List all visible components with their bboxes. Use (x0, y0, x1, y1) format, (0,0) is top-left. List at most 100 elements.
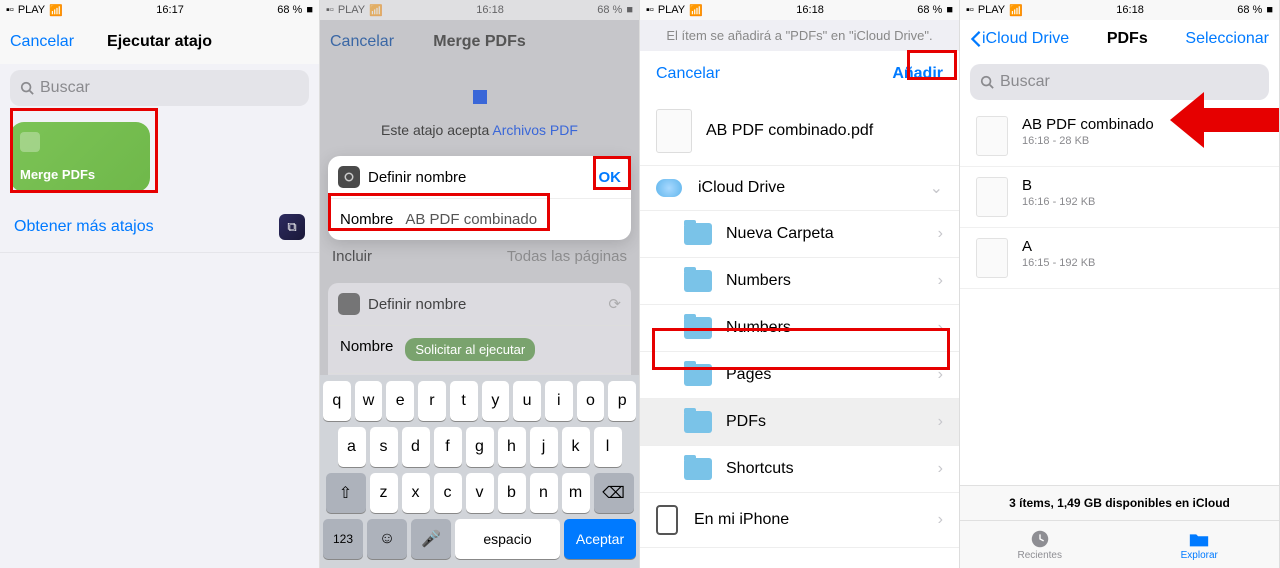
location-on-iphone[interactable]: En mi iPhone › (640, 493, 959, 548)
storage-summary: 3 ítems, 1,49 GB disponibles en iCloud (960, 485, 1279, 520)
search-input[interactable]: Buscar (970, 64, 1269, 100)
key-v[interactable]: v (466, 473, 494, 513)
document-icon (20, 132, 40, 152)
chevron-down-icon: ⌄ (930, 178, 943, 198)
search-icon (980, 75, 994, 89)
key-w[interactable]: w (355, 381, 383, 421)
arrow-annotation (1170, 98, 1280, 142)
search-input[interactable]: Buscar (10, 70, 309, 106)
accept-key[interactable]: Aceptar (564, 519, 636, 559)
file-thumbnail (976, 238, 1008, 278)
select-button[interactable]: Seleccionar (1185, 30, 1269, 48)
iphone-icon (656, 505, 678, 535)
key-g[interactable]: g (466, 427, 494, 467)
file-row[interactable]: A16:15 - 192 KB (960, 228, 1279, 289)
status-bar: ▪▫PLAY📶 16:17 68 %■ (0, 0, 319, 20)
key-b[interactable]: b (498, 473, 526, 513)
key-i[interactable]: i (545, 381, 573, 421)
tab-browse[interactable]: Explorar (1120, 521, 1280, 568)
key-y[interactable]: y (482, 381, 510, 421)
phone-define-name: ▪▫PLAY📶 16:18 68 %■ Cancelar Merge PDFs … (320, 0, 640, 568)
key-s[interactable]: s (370, 427, 398, 467)
ask-on-run-pill[interactable]: Solicitar al ejecutar (405, 338, 535, 361)
back-button[interactable]: iCloud Drive (970, 30, 1069, 48)
navbar: Cancelar Ejecutar atajo (0, 20, 319, 64)
folder-pages[interactable]: Pages› (640, 352, 959, 399)
file-thumbnail (976, 116, 1008, 156)
shortcut-tile-merge-pdfs[interactable]: Merge PDFs (10, 122, 150, 192)
get-more-shortcuts-link[interactable]: Obtener más atajos ⧉ (0, 202, 319, 253)
key-k[interactable]: k (562, 427, 590, 467)
folder-shortcuts[interactable]: Shortcuts› (640, 446, 959, 493)
key-t[interactable]: t (450, 381, 478, 421)
key-z[interactable]: z (370, 473, 398, 513)
key-m[interactable]: m (562, 473, 590, 513)
folder-icon (1188, 528, 1210, 550)
folder-numbers[interactable]: Numbers› (640, 305, 959, 352)
folder-nueva-carpeta[interactable]: Nueva Carpeta› (640, 211, 959, 258)
key-a[interactable]: a (338, 427, 366, 467)
key-r[interactable]: r (418, 381, 446, 421)
destination-hint: El ítem se añadirá a "PDFs" en "iCloud D… (640, 20, 959, 51)
add-button[interactable]: Añadir (892, 65, 943, 83)
key-p[interactable]: p (608, 381, 636, 421)
space-key[interactable]: espacio (455, 519, 560, 559)
chevron-right-icon: › (938, 272, 943, 290)
folder-title: PDFs (1107, 30, 1148, 48)
key-f[interactable]: f (434, 427, 462, 467)
phone-pdfs-folder: ▪▫PLAY📶 16:18 68 %■ iCloud Drive PDFs Se… (960, 0, 1280, 568)
key-d[interactable]: d (402, 427, 430, 467)
backspace-key[interactable]: ⌫ (594, 473, 634, 513)
folder-icon (684, 458, 712, 480)
navbar: Cancelar Merge PDFs (320, 20, 639, 64)
sheet-title: Definir nombre (368, 169, 466, 186)
chevron-right-icon: › (938, 366, 943, 384)
cancel-button[interactable]: Cancelar (330, 33, 394, 51)
folder-icon (684, 364, 712, 386)
pending-file: AB PDF combinado.pdf (640, 97, 959, 166)
shift-key[interactable]: ⇧ (326, 473, 366, 513)
phone-save-location: ▪▫PLAY📶 16:18 68 %■ El ítem se añadirá a… (640, 0, 960, 568)
phone-shortcuts-list: ▪▫PLAY📶 16:17 68 %■ Cancelar Ejecutar at… (0, 0, 320, 568)
keyboard[interactable]: qwertyuiop asdfghjkl ⇧zxcvbnm⌫ 123 ☺ 🎤 e… (320, 375, 639, 568)
key-o[interactable]: o (577, 381, 605, 421)
location-icloud-drive[interactable]: iCloud Drive ⌄ (640, 166, 959, 211)
chevron-left-icon (970, 30, 982, 48)
file-thumbnail (656, 109, 692, 153)
folder-icon (684, 317, 712, 339)
define-name-sheet: Definir nombre OK Nombre AB PDF combinad… (328, 156, 631, 240)
numbers-key[interactable]: 123 (323, 519, 363, 559)
key-n[interactable]: n (530, 473, 558, 513)
chevron-right-icon: › (938, 413, 943, 431)
key-j[interactable]: j (530, 427, 558, 467)
dictation-key[interactable]: 🎤 (411, 519, 451, 559)
key-x[interactable]: x (402, 473, 430, 513)
key-c[interactable]: c (434, 473, 462, 513)
status-bar: ▪▫PLAY📶 16:18 68 %■ (320, 0, 639, 20)
folder-pdfs[interactable]: PDFs› (640, 399, 959, 446)
search-icon (20, 81, 34, 95)
folder-icon (684, 223, 712, 245)
key-h[interactable]: h (498, 427, 526, 467)
folder-numbers[interactable]: Numbers› (640, 258, 959, 305)
cancel-button[interactable]: Cancelar (10, 33, 74, 51)
tab-recents[interactable]: Recientes (960, 521, 1120, 568)
icloud-icon (656, 179, 682, 197)
status-bar: ▪▫PLAY📶 16:18 68 %■ (640, 0, 959, 20)
gear-icon (338, 166, 360, 188)
status-bar: ▪▫PLAY📶 16:18 68 %■ (960, 0, 1279, 20)
file-row[interactable]: B16:16 - 192 KB (960, 167, 1279, 228)
file-thumbnail (976, 177, 1008, 217)
clock-icon (1029, 528, 1051, 550)
key-u[interactable]: u (513, 381, 541, 421)
key-e[interactable]: e (386, 381, 414, 421)
chevron-right-icon: › (938, 460, 943, 478)
cancel-button[interactable]: Cancelar (656, 65, 720, 83)
ok-button[interactable]: OK (599, 169, 622, 186)
key-q[interactable]: q (323, 381, 351, 421)
key-l[interactable]: l (594, 427, 622, 467)
folder-icon (684, 270, 712, 292)
emoji-key[interactable]: ☺ (367, 519, 407, 559)
shortcuts-app-icon: ⧉ (279, 214, 305, 240)
name-row[interactable]: Nombre AB PDF combinado (328, 198, 631, 240)
